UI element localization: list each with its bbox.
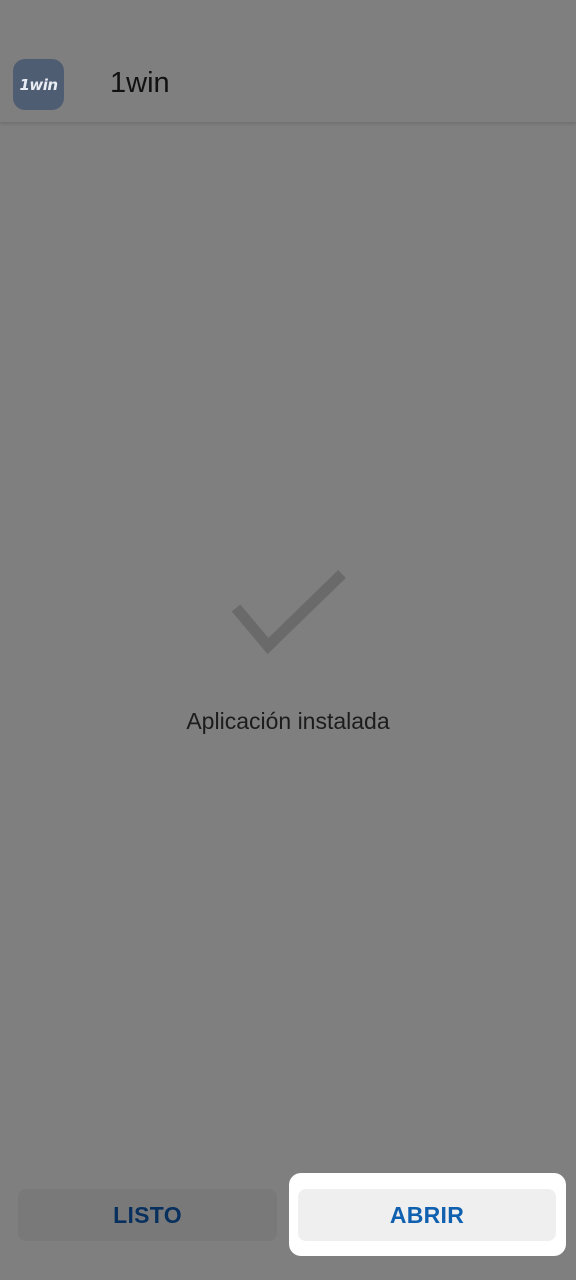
done-button[interactable]: LISTO xyxy=(18,1189,277,1241)
checkmark-icon xyxy=(231,570,346,655)
app-icon: 1win xyxy=(13,59,64,110)
install-status-message: Aplicación instalada xyxy=(186,708,390,734)
app-icon-label: 1win xyxy=(19,75,58,94)
app-header: 1win 1win xyxy=(0,0,576,122)
open-button[interactable]: ABRIR xyxy=(298,1189,556,1241)
app-name: 1win xyxy=(110,67,170,99)
